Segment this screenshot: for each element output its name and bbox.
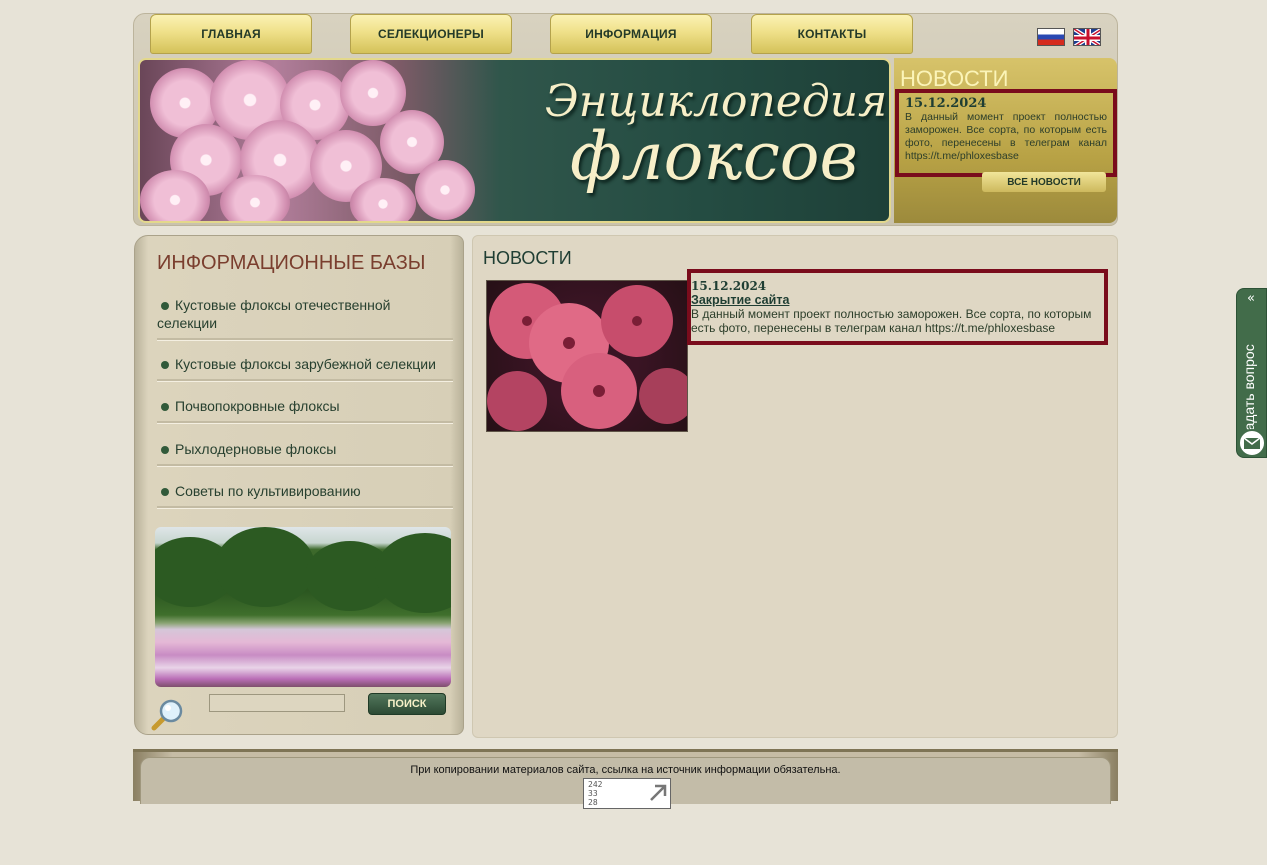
banner: Энциклопедия флоксов xyxy=(138,58,891,223)
sidebar-item-foreign-bush-phlox[interactable]: Кустовые флоксы зарубежной селекции xyxy=(157,355,453,381)
news-headline-link[interactable]: Закрытие сайта xyxy=(691,293,1104,307)
sidebar-item-label: Кустовые флоксы зарубежной селекции xyxy=(175,356,436,372)
news-text: В данный момент проект полностью заморож… xyxy=(691,307,1092,335)
header: ГЛАВНАЯ СЕЛЕКЦИОНЕРЫ ИНФОРМАЦИЯ КОНТАКТЫ xyxy=(133,13,1118,226)
news-item: 15.12.2024 Закрытие сайта В данный момен… xyxy=(687,269,1108,345)
flag-en-icon[interactable] xyxy=(1073,28,1101,46)
sidebar-title: ИНФОРМАЦИОННЫЕ БАЗЫ xyxy=(157,252,426,274)
arrow-up-right-icon xyxy=(650,784,667,801)
counter-line-3: 28 xyxy=(588,798,598,807)
flag-ru-icon[interactable] xyxy=(1037,28,1065,46)
banner-title-line2: флоксов xyxy=(570,118,858,195)
search-input[interactable] xyxy=(209,694,345,712)
garden-photo xyxy=(155,527,451,687)
bullet-icon xyxy=(161,488,169,496)
sidebar-item-label: Рыхлодерновые флоксы xyxy=(175,441,337,457)
footer-copyright-note: При копировании материалов сайта, ссылка… xyxy=(410,764,841,776)
sidebar: ИНФОРМАЦИОННЫЕ БАЗЫ Кустовые флоксы отеч… xyxy=(134,235,464,735)
news-widget-date: 15.12.2024 xyxy=(905,96,987,111)
ask-question-label: Задать вопрос xyxy=(1241,344,1257,439)
footer-panel: При копировании материалов сайта, ссылка… xyxy=(140,757,1111,809)
search-button[interactable]: ПОИСК xyxy=(368,693,446,715)
footer: При копировании материалов сайта, ссылка… xyxy=(133,749,1118,809)
sidebar-item-loose-sod-phlox[interactable]: Рыхлодерновые флоксы xyxy=(157,440,453,466)
all-news-button[interactable]: ВСЕ НОВОСТИ xyxy=(982,172,1106,192)
sidebar-item-domestic-bush-phlox[interactable]: Кустовые флоксы отечественной селекции xyxy=(157,296,453,340)
sidebar-item-label: Кустовые флоксы отечественной селекции xyxy=(157,297,391,331)
main-content: НОВОСТИ 15.12.2024 Закрытие сайта В данн… xyxy=(472,235,1118,738)
news-photo xyxy=(486,280,688,432)
mail-icon xyxy=(1238,429,1266,457)
bullet-icon xyxy=(161,446,169,454)
sidebar-item-cultivation-tips[interactable]: Советы по культивированию xyxy=(157,482,453,508)
main-title: НОВОСТИ xyxy=(483,248,572,268)
ask-question-tab[interactable]: « Задать вопрос xyxy=(1236,288,1267,458)
news-widget-text: В данный момент проект полностью заморож… xyxy=(905,111,1107,162)
search-icon[interactable] xyxy=(151,697,185,731)
counter-line-2: 33 xyxy=(588,789,598,798)
bullet-icon xyxy=(161,403,169,411)
nav-tab-breeders[interactable]: СЕЛЕКЦИОНЕРЫ xyxy=(350,14,512,54)
sidebar-item-ground-cover-phlox[interactable]: Почвопокровные флоксы xyxy=(157,397,453,423)
sidebar-item-label: Почвопокровные флоксы xyxy=(175,398,340,414)
news-widget-item[interactable]: 15.12.2024 В данный момент проект полнос… xyxy=(895,89,1117,177)
bullet-icon xyxy=(161,361,169,369)
bullet-icon xyxy=(161,302,169,310)
double-chevron-left-icon: « xyxy=(1247,291,1255,306)
counter-line-1: 242 xyxy=(588,780,603,789)
visit-counter[interactable]: 242 33 28 xyxy=(583,778,671,809)
nav-tab-information[interactable]: ИНФОРМАЦИЯ xyxy=(550,14,712,54)
news-widget: НОВОСТИ 15.12.2024 В данный момент проек… xyxy=(894,58,1117,223)
sidebar-item-label: Советы по культивированию xyxy=(175,483,361,499)
nav-tab-home[interactable]: ГЛАВНАЯ xyxy=(150,14,312,54)
nav-tab-contacts[interactable]: КОНТАКТЫ xyxy=(751,14,913,54)
news-date: 15.12.2024 xyxy=(691,279,767,293)
